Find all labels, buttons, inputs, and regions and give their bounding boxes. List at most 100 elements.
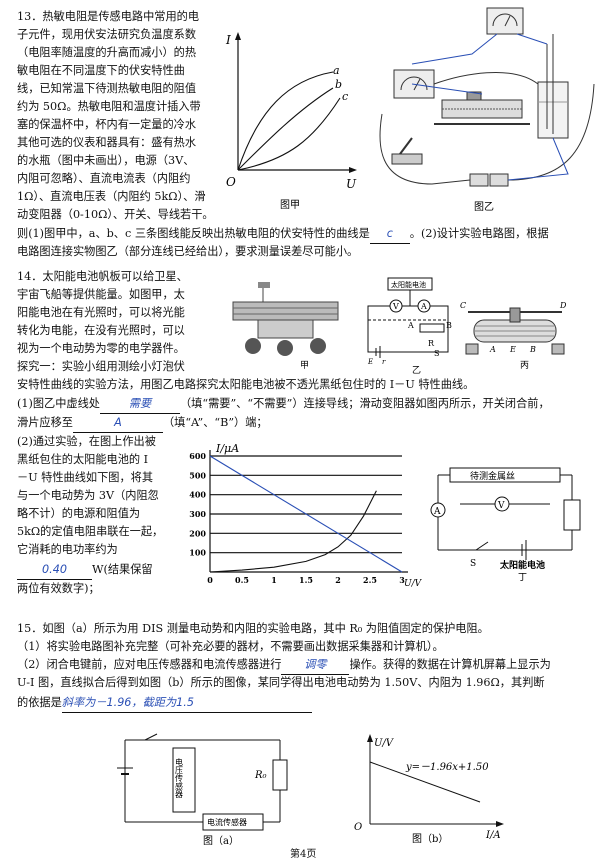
label-R: R [428, 339, 435, 348]
fig-b-origin: O [354, 822, 362, 833]
label-c: c [342, 90, 348, 103]
q14-p2-line: 与一个电动势为 3V（内阻忽 [17, 489, 159, 502]
q14-p2-line: 略不计）的电源和阻值为 [17, 507, 141, 520]
q13-line: 电路图连接实物图乙（部分连线已经给出），要求测量误差尽可能小。 [17, 245, 359, 258]
solar-label: 太阳能电池 [499, 559, 545, 571]
q14-line: 宇宙飞船等提供能量。如图甲，太 [17, 288, 185, 301]
q13-question-1: 则(1)图甲中，a、b、c 三条图线能反映出热敏电阻的伏安特性的曲线是 c 。(2)… [17, 225, 549, 244]
label-r: r [382, 358, 386, 366]
q14-line: 探究一：实验小组用测绘小灯泡伏 [17, 360, 185, 373]
x-tick-label: 1 [271, 575, 277, 585]
q14-p2-line: 5kΩ的定值电阻串联在一起， [17, 525, 164, 538]
label-E: E [367, 358, 373, 366]
label-D: D [559, 301, 567, 310]
q13-line: 内阻可忽略）、直流电流表（内阻约 [17, 172, 191, 185]
yi-label: 乙 [412, 365, 421, 376]
q13-line: 动变阻器（0-10Ω）、开关、导线若干。 [17, 208, 214, 221]
R0-label: R₀ [254, 770, 267, 781]
q14-p2-line: (2)通过实验，在图上作出被 [17, 435, 156, 448]
q14-p2-last: 两位有效数字)； [17, 582, 100, 595]
q13-line: 塞的保温杯中，杯内有一定量的冷水 [17, 118, 197, 131]
voltmeter-label: V [392, 302, 399, 311]
q15-answer1-blank[interactable]: 调零 [281, 656, 350, 675]
box-title: 太阳能电池 [391, 280, 426, 289]
ding-voltmeter: V [497, 501, 505, 511]
q13-line: 敏电阻在不同温度下的伏安特性曲 [17, 64, 185, 77]
x-tick-label: 0 [207, 575, 213, 585]
fig-b-ylabel: U/V [374, 738, 395, 749]
svg-text:E: E [509, 345, 516, 354]
q15-line5: 的依据是斜率为－1.96，截距为1.5 [17, 694, 312, 713]
chart-xlabel: U/V [404, 579, 423, 589]
label-b: b [335, 78, 342, 91]
ding-ammeter: A [433, 507, 441, 517]
figure-b-ui-graph: U/V I/A O y=－1.96x+1.50 图（b） [354, 734, 504, 845]
page-number: 第4页 [290, 849, 317, 860]
figure-jia-rover: 甲 [232, 282, 339, 371]
chart-grid [209, 450, 408, 573]
label-B: B [446, 321, 452, 330]
svg-text:B: B [529, 345, 536, 354]
q15-answer2-blank[interactable]: 斜率为－1.96，截距为1.5 [61, 694, 312, 713]
x-tick-label: 2.5 [363, 575, 377, 585]
chart-ylabel: I/μA [215, 442, 239, 455]
q15-line4: U-I 图，直线拟合后得到如图（b）所示的图像，某同学得出电池电动势为 1.50… [17, 676, 545, 689]
ammeter-label: A [420, 302, 427, 311]
wire-title: 待测金属丝 [470, 470, 515, 482]
figure-ding-circuit: 待测金属丝 A V S 太阳能电池 丁 [430, 467, 581, 583]
voltage-sensor-label: 电压传感器 [175, 757, 184, 799]
yi-caption: 图乙 [474, 201, 494, 213]
fit-equation: y=－1.96x+1.50 [405, 762, 489, 773]
q14-part1: (1)图乙中虚线处 需要 （填“需要”、“不需要”）连接导线；滑动变阻器如图丙所示，… [17, 395, 550, 414]
figure-jia-iv-curves: I U O a b c 图甲 [225, 32, 357, 211]
curve-b [237, 87, 334, 171]
q15-line1: 15．如图（a）所示为用 DIS 测量电动势和内阻的实验电路，其中 R₀ 为阻值… [17, 622, 489, 635]
q14-line: 安特性曲线的实验方法，用图乙电路探究太阳能电池被不透光黑纸包住时的 I－U 特性… [17, 378, 475, 391]
jia-ylabel: I [225, 33, 231, 47]
q14-answer1-blank[interactable]: 需要 [99, 395, 180, 414]
q14-line: 转化为电能，在没有光照时，可以 [17, 324, 185, 337]
label-A: A [407, 321, 414, 330]
jia-origin: O [226, 175, 236, 189]
current-sensor-label: 电流传感器 [207, 817, 247, 827]
y-tick-label: 400 [189, 490, 206, 500]
q14-answer3-blank[interactable]: 0.40 [17, 561, 92, 580]
q13-line: 约为 50Ω。热敏电阻和温度计插入带 [17, 100, 201, 113]
jia-caption: 图甲 [280, 199, 300, 211]
q14-line: 阳能电池在有光照时，可以将光能 [17, 306, 185, 319]
figure-a-dis-circuit: R₀ 电压传感器 电流传感器 图（a） [117, 733, 288, 847]
q13-line: 1Ω）、直流电压表（内阻约 5kΩ）、滑 [17, 190, 206, 203]
label-a: a [333, 64, 340, 77]
x-tick-label: 2 [335, 575, 341, 585]
q14-part2-answer: 0.40 W(结果保留 [17, 561, 153, 580]
q14-p2-line: 黑纸包住的太阳能电池的 I [17, 453, 149, 466]
chart-ticks: 1002003004005006000 0.5 1 1.5 2 2.5 3 [189, 451, 405, 585]
ding-label: 丁 [518, 573, 527, 583]
q14-line: 14．太阳能电池帆板可以给卫星、 [17, 270, 188, 283]
label-S: S [434, 349, 439, 358]
svg-text:A: A [489, 345, 496, 354]
q13-line: （电阻率随温度的升高而减小）的热 [17, 46, 197, 59]
y-tick-label: 200 [189, 528, 206, 538]
iu-chart: 1002003004005006000 0.5 1 1.5 2 2.5 3 I/μA U/V [189, 442, 423, 589]
q13-answer-blank[interactable]: c [369, 225, 410, 244]
q13-line: 其他可选的仪表和器具有：盛有热水 [17, 136, 197, 149]
q13-line: 子元件，现用伏安法研究负温度系数 [17, 28, 197, 41]
y-tick-label: 300 [189, 509, 206, 519]
q13-line: 的水瓶（图中未画出），电源（3V、 [17, 154, 195, 167]
figure-yi-apparatus: 图乙 [379, 7, 595, 213]
q13-line: 线，已知常温下待测热敏电阻的阻值 [17, 82, 197, 95]
y-tick-label: 600 [189, 451, 206, 461]
x-tick-label: 0.5 [235, 575, 249, 585]
q15-line3: （2）闭合电键前，应对电压传感器和电流传感器进行 调零 操作。获得的数据在计算机屏幕… [17, 656, 551, 675]
q14-p2-line: －U 特性曲线如下图，将其 [17, 471, 154, 484]
figure-yi-circuit: 太阳能电池 V A B A R S E r 乙 [367, 277, 452, 376]
y-tick-label: 500 [189, 470, 206, 480]
q14-p2-line: 它消耗的电功率约为 [17, 543, 118, 556]
jia-xlabel: U [346, 177, 357, 191]
jia-label: 甲 [300, 360, 309, 371]
q14-answer2-blank[interactable]: A [72, 414, 163, 433]
q13-line: 13．热敏电阻是传感电路中常用的电 [17, 10, 200, 23]
fig-b-xlabel: I/A [485, 830, 501, 841]
fig-b-caption: 图（b） [412, 833, 448, 845]
